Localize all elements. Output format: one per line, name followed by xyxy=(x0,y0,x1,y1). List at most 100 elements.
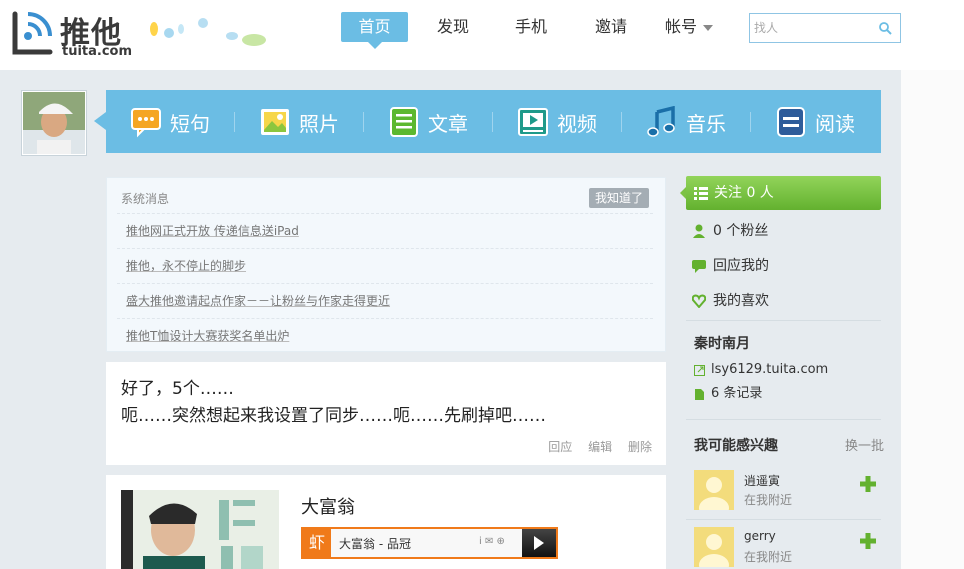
notice-list: 推他网正式开放 传递信息送iPad 推他，永不停止的脚步 盛大推他邀请起点作家－… xyxy=(117,213,653,353)
toolbar-divider xyxy=(750,112,751,132)
suggested-user: 逍遥寅 在我附近 xyxy=(694,470,881,514)
plus-icon[interactable] xyxy=(860,476,876,492)
fans-link[interactable]: 0 个粉丝 xyxy=(692,221,768,241)
album-cover[interactable] xyxy=(121,490,279,569)
tool-label: 短句 xyxy=(170,111,210,136)
heart-icon xyxy=(692,294,706,308)
tool-video[interactable]: 视频 xyxy=(517,104,597,140)
music-post-card: 大富翁 虾 大富翁 - 品冠 i ✉ ⊕ xyxy=(106,475,666,569)
post-type-toolbar: 短句 照片 文章 视频 音乐 阅读 xyxy=(106,90,881,153)
notice-link[interactable]: 盛大推他邀请起点作家－－让粉丝与作家走得更近 xyxy=(126,294,390,308)
reply-link[interactable]: 回应 xyxy=(548,440,572,454)
decor-dot xyxy=(178,24,184,34)
avatar-photo xyxy=(23,92,85,154)
suggested-user-name[interactable]: gerry xyxy=(744,529,776,543)
refresh-suggestions-link[interactable]: 换一批 xyxy=(845,435,884,454)
notice-link[interactable]: 推他T恤设计大赛获奖名单出炉 xyxy=(126,329,289,343)
suggested-user: gerry 在我附近 xyxy=(694,527,881,569)
song-title: 大富翁 xyxy=(301,497,355,518)
notice-item[interactable]: 推他T恤设计大赛获奖名单出炉 xyxy=(117,318,653,353)
user-avatar[interactable] xyxy=(21,90,87,156)
nav-item-invite[interactable]: 邀请 xyxy=(588,12,634,42)
toolbar-divider xyxy=(234,112,235,132)
notice-item[interactable]: 盛大推他邀请起点作家－－让粉丝与作家走得更近 xyxy=(117,283,653,318)
notice-title: 系统消息 xyxy=(121,192,170,206)
post-line: 好了，5个…… xyxy=(121,379,234,399)
search-box xyxy=(749,13,901,43)
decor-dot xyxy=(198,18,208,28)
notice-link[interactable]: 推他，永不停止的脚步 xyxy=(126,259,246,273)
post-body: 好了，5个…… 呃……突然想起来我设置了同步……呃……先刷掉吧…… xyxy=(121,376,651,430)
likes-label: 我的喜欢 xyxy=(713,293,769,309)
plus-icon[interactable] xyxy=(860,533,876,549)
tool-article[interactable]: 文章 xyxy=(388,104,468,140)
following-button[interactable]: 关注 0 人 xyxy=(680,176,881,210)
replies-link[interactable]: 回应我的 xyxy=(692,256,769,276)
tool-photo[interactable]: 照片 xyxy=(259,104,339,140)
photo-icon xyxy=(261,109,289,135)
likes-link[interactable]: 我的喜欢 xyxy=(692,291,769,311)
search-input[interactable] xyxy=(754,18,874,38)
top-header: 推他 tuita.com 首页 发现 手机 邀请 帐号 xyxy=(0,0,964,70)
default-avatar-icon xyxy=(694,527,734,567)
nav-item-mobile[interactable]: 手机 xyxy=(508,12,554,42)
tool-music[interactable]: 音乐 xyxy=(646,104,726,140)
tool-short-text[interactable]: 短句 xyxy=(130,104,210,140)
speech-bubble-icon xyxy=(131,108,161,138)
suggested-user-location: 在我附近 xyxy=(744,493,793,507)
tool-label: 视频 xyxy=(557,111,597,136)
fans-label: 0 个粉丝 xyxy=(713,223,769,239)
interest-title: 我可能感兴趣 xyxy=(694,438,778,454)
xiami-logo-icon: 虾 xyxy=(303,529,331,557)
notice-item[interactable]: 推他网正式开放 传递信息送iPad xyxy=(117,213,653,248)
sidebar-divider xyxy=(686,519,881,520)
toolbar-divider xyxy=(492,112,493,132)
edit-link[interactable]: 编辑 xyxy=(588,440,612,454)
tool-reading[interactable]: 阅读 xyxy=(775,104,855,140)
player-info-icons[interactable]: i ✉ ⊕ xyxy=(479,536,505,547)
tool-label: 音乐 xyxy=(686,111,726,136)
play-button[interactable] xyxy=(522,529,556,557)
profile-url: lsy6129.tuita.com xyxy=(711,362,829,377)
nav-item-account-label: 帐号 xyxy=(665,17,698,36)
decor-leaf xyxy=(242,34,266,46)
tool-label: 照片 xyxy=(299,111,339,136)
nav-item-account[interactable]: 帐号 xyxy=(665,12,721,42)
list-icon xyxy=(694,187,708,200)
toolbar-divider xyxy=(363,112,364,132)
delete-link[interactable]: 删除 xyxy=(628,440,652,454)
notice-link[interactable]: 推他网正式开放 传递信息送iPad xyxy=(126,224,299,238)
video-icon xyxy=(518,108,548,136)
search-icon[interactable] xyxy=(878,21,892,35)
replies-label: 回应我的 xyxy=(713,258,769,274)
decor-dot xyxy=(164,28,174,38)
notice-item[interactable]: 推他，永不停止的脚步 xyxy=(117,248,653,283)
toolbar-divider xyxy=(621,112,622,132)
logo-text-en: tuita.com xyxy=(62,44,133,59)
profile-name[interactable]: 秦时南月 xyxy=(694,333,750,353)
external-link-icon xyxy=(694,364,705,376)
nav-item-home[interactable]: 首页 xyxy=(341,12,408,49)
person-icon xyxy=(693,224,705,238)
post-line: 呃……突然想起来我设置了同步……呃……先刷掉吧…… xyxy=(121,406,546,426)
profile-url-link[interactable]: lsy6129.tuita.com xyxy=(694,361,828,379)
system-notice-panel: 系统消息 我知道了 推他网正式开放 传递信息送iPad 推他，永不停止的脚步 盛… xyxy=(106,177,666,352)
player-track-name: 大富翁 - 品冠 xyxy=(339,537,411,551)
dismiss-notice-button[interactable]: 我知道了 xyxy=(588,188,649,208)
following-label: 关注 0 人 xyxy=(714,185,774,201)
post-actions: 回应 编辑 删除 xyxy=(536,438,652,455)
suggested-user-avatar[interactable] xyxy=(694,527,734,567)
default-avatar-icon xyxy=(694,470,734,510)
music-note-icon xyxy=(647,106,675,137)
sidebar-divider xyxy=(686,419,881,420)
suggested-user-name[interactable]: 逍遥寅 xyxy=(744,472,780,489)
nav-item-discover[interactable]: 发现 xyxy=(430,12,476,42)
records-link[interactable]: 6 条记录 xyxy=(694,385,762,403)
article-icon xyxy=(390,107,418,137)
tool-label: 阅读 xyxy=(815,111,855,136)
tuita-logo[interactable]: 推他 tuita.com xyxy=(10,6,150,62)
music-player: 虾 大富翁 - 品冠 i ✉ ⊕ xyxy=(301,527,558,559)
suggested-user-avatar[interactable] xyxy=(694,470,734,510)
document-icon xyxy=(695,388,704,400)
album-cover-art xyxy=(121,490,279,569)
